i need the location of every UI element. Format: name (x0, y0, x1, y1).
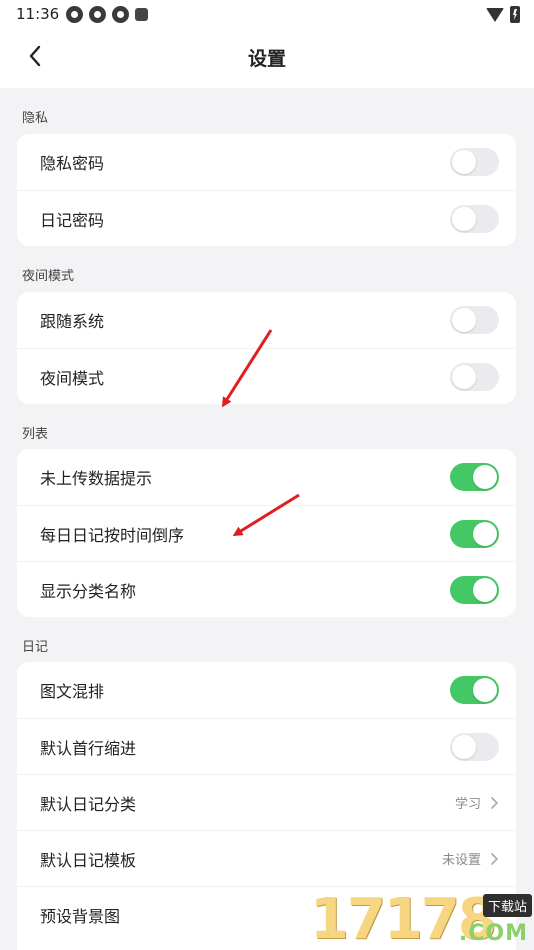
setting-row-diary-password: 日记密码 (17, 190, 516, 246)
unuploaded-hint-toggle[interactable] (450, 463, 499, 491)
setting-label: 每日日记按时间倒序 (40, 525, 185, 545)
section-label-night: 夜间模式 (22, 269, 75, 284)
setting-value: 学习 (454, 797, 481, 812)
status-bar: 11:36 (0, 0, 534, 28)
card-list: 未上传数据提示 每日日记按时间倒序 显示分类名称 (17, 449, 516, 617)
watermark-suffix: .COM (458, 921, 528, 946)
setting-row-night-mode: 夜间模式 (17, 348, 516, 404)
default-category-value-group[interactable]: 学习 (455, 793, 499, 812)
setting-label: 图文混排 (40, 682, 105, 701)
reverse-order-toggle[interactable] (450, 519, 499, 548)
setting-label: 默认首行缩进 (40, 738, 137, 758)
wifi-icon (486, 7, 504, 22)
setting-row-default-template[interactable]: 默认日记模板 未设置 (17, 830, 516, 886)
section-label-list: 列表 (22, 427, 49, 442)
page-title: 设置 (247, 48, 286, 70)
setting-row-privacy-password: 隐私密码 (17, 134, 516, 190)
setting-label: 夜间模式 (40, 368, 105, 388)
show-category-toggle[interactable] (450, 575, 499, 604)
setting-label: 默认日记分类 (40, 794, 137, 814)
watermark-logo: 17178 下载站 .COM (310, 886, 534, 950)
night-mode-toggle[interactable] (450, 362, 499, 391)
card-night: 跟随系统 夜间模式 (17, 292, 516, 404)
mixed-layout-toggle[interactable] (450, 676, 499, 704)
setting-row-show-category: 显示分类名称 (17, 561, 516, 617)
a-icon (135, 8, 148, 21)
setting-value: 未设置 (441, 853, 481, 868)
default-template-value-group[interactable]: 未设置 (442, 849, 499, 868)
setting-row-unuploaded-hint: 未上传数据提示 (17, 449, 516, 505)
follow-system-toggle[interactable] (450, 306, 499, 334)
setting-label: 隐私密码 (40, 154, 105, 173)
status-time: 11:36 (16, 5, 60, 23)
setting-row-follow-system: 跟随系统 (17, 292, 516, 348)
setting-label: 跟随系统 (40, 312, 105, 331)
chevron-right-icon (489, 796, 499, 810)
top-bar: 11:36 设置 (0, 0, 534, 88)
app-icon (89, 6, 106, 23)
setting-row-reverse-order: 每日日记按时间倒序 (17, 505, 516, 561)
setting-label: 显示分类名称 (40, 581, 137, 601)
app-icon (112, 6, 129, 23)
watermark-badge: 下载站 (482, 894, 532, 917)
first-line-indent-toggle[interactable] (450, 732, 499, 761)
section-label-privacy: 隐私 (22, 111, 49, 126)
setting-label: 日记密码 (40, 210, 105, 230)
status-icons (66, 6, 148, 23)
section-label-diary: 日记 (22, 640, 49, 655)
setting-row-mixed-layout: 图文混排 (17, 662, 516, 718)
card-privacy: 隐私密码 日记密码 (17, 134, 516, 246)
app-icon (66, 6, 83, 23)
setting-row-default-category[interactable]: 默认日记分类 学习 (17, 774, 516, 830)
battery-charging-icon (510, 6, 520, 23)
setting-label: 未上传数据提示 (40, 469, 153, 488)
chevron-right-icon (489, 852, 499, 866)
status-right-icons (486, 6, 520, 23)
setting-label: 默认日记模板 (40, 850, 137, 870)
privacy-password-toggle[interactable] (450, 148, 499, 176)
setting-row-first-line-indent: 默认首行缩进 (17, 718, 516, 774)
diary-password-toggle[interactable] (450, 204, 499, 233)
